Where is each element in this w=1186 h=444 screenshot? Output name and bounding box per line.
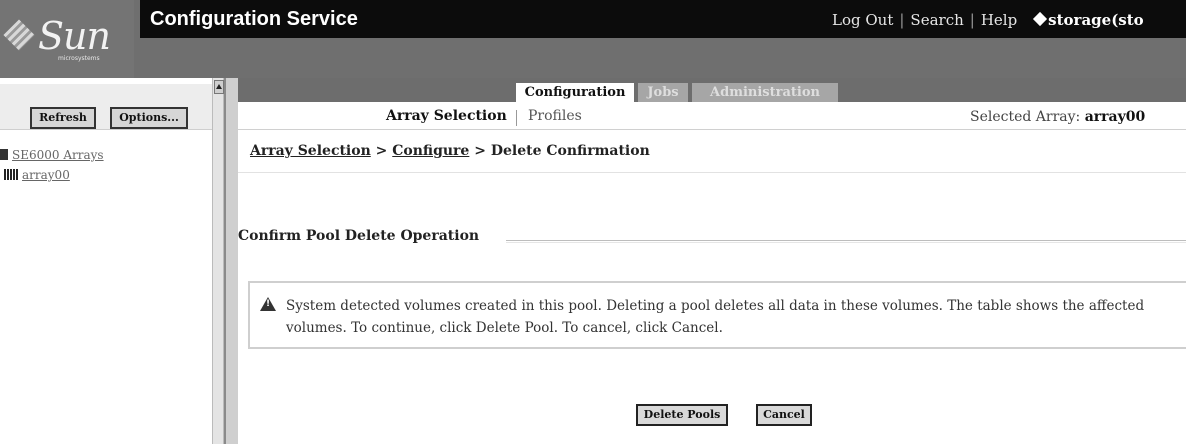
cancel-button[interactable]: Cancel (756, 404, 812, 426)
section-title: Confirm Pool Delete Operation (238, 228, 480, 244)
logout-link[interactable]: Log Out (832, 11, 893, 29)
array-grid-icon (4, 169, 18, 180)
breadcrumb-configure[interactable]: Configure (392, 143, 469, 159)
tab-bar: Configuration Jobs Administration (238, 78, 1186, 102)
breadcrumb: Array Selection > Configure > Delete Con… (250, 143, 650, 159)
storage-label[interactable]: storage(sto (1048, 11, 1144, 29)
breadcrumb-separator: > (474, 143, 486, 159)
delete-pools-button[interactable]: Delete Pools (636, 404, 728, 426)
breadcrumb-current: Delete Confirmation (490, 143, 650, 159)
masthead: Sun microsystems Configuration Service L… (0, 0, 1186, 78)
sub-tab-bar: Array Selection Profiles Selected Array:… (238, 102, 1186, 130)
storage-diamond-icon (1033, 11, 1048, 27)
tab-configuration[interactable]: Configuration (516, 83, 634, 102)
subtab-array-selection[interactable]: Array Selection (386, 108, 507, 124)
tree-item-arrays-label[interactable]: SE6000 Arrays (12, 148, 104, 162)
link-separator: | (969, 11, 975, 29)
array-folder-icon (0, 149, 8, 160)
selected-array-value: array00 (1084, 109, 1146, 125)
subtab-profiles[interactable]: Profiles (528, 108, 582, 124)
section-divider (506, 240, 1186, 243)
selected-array-label: Selected Array: (970, 109, 1081, 125)
navigation-panel: Refresh Options... SE6000 Arrays array00 (0, 78, 212, 444)
top-links: Log Out | Search | Help storage(sto (832, 11, 1144, 29)
breadcrumb-array-selection[interactable]: Array Selection (250, 143, 371, 159)
warning-alert: System detected volumes created in this … (248, 281, 1186, 349)
search-link[interactable]: Search (910, 11, 963, 29)
link-separator: | (899, 11, 905, 29)
help-link[interactable]: Help (981, 11, 1017, 29)
subtab-separator (516, 110, 517, 126)
main-content: Configuration Jobs Administration Array … (238, 78, 1186, 444)
selected-array: Selected Array: array00 (970, 109, 1145, 125)
app-title: Configuration Service (150, 8, 358, 30)
logo-text: Sun (38, 14, 111, 58)
left-scrollbar[interactable] (212, 78, 224, 444)
tree-item-array00[interactable]: array00 (4, 168, 70, 182)
scroll-up-arrow-icon[interactable] (214, 80, 224, 94)
navigation-toolbar: Refresh Options... (0, 84, 212, 130)
tree-item-array00-label[interactable]: array00 (22, 168, 70, 182)
alert-message: System detected volumes created in this … (286, 298, 1145, 336)
tree-item-arrays[interactable]: SE6000 Arrays (0, 148, 104, 162)
tab-administration[interactable]: Administration (692, 83, 838, 102)
logo-subtext: microsystems (58, 55, 100, 62)
panel-divider[interactable] (224, 78, 238, 444)
options-button[interactable]: Options... (110, 107, 188, 129)
breadcrumb-bar: Array Selection > Configure > Delete Con… (238, 131, 1186, 173)
warning-icon (260, 297, 276, 311)
tab-jobs[interactable]: Jobs (638, 83, 688, 102)
breadcrumb-separator: > (375, 143, 388, 159)
refresh-button[interactable]: Refresh (30, 107, 96, 129)
sun-logo-diamond-icon (3, 19, 35, 51)
sun-logo: Sun microsystems (0, 0, 134, 78)
